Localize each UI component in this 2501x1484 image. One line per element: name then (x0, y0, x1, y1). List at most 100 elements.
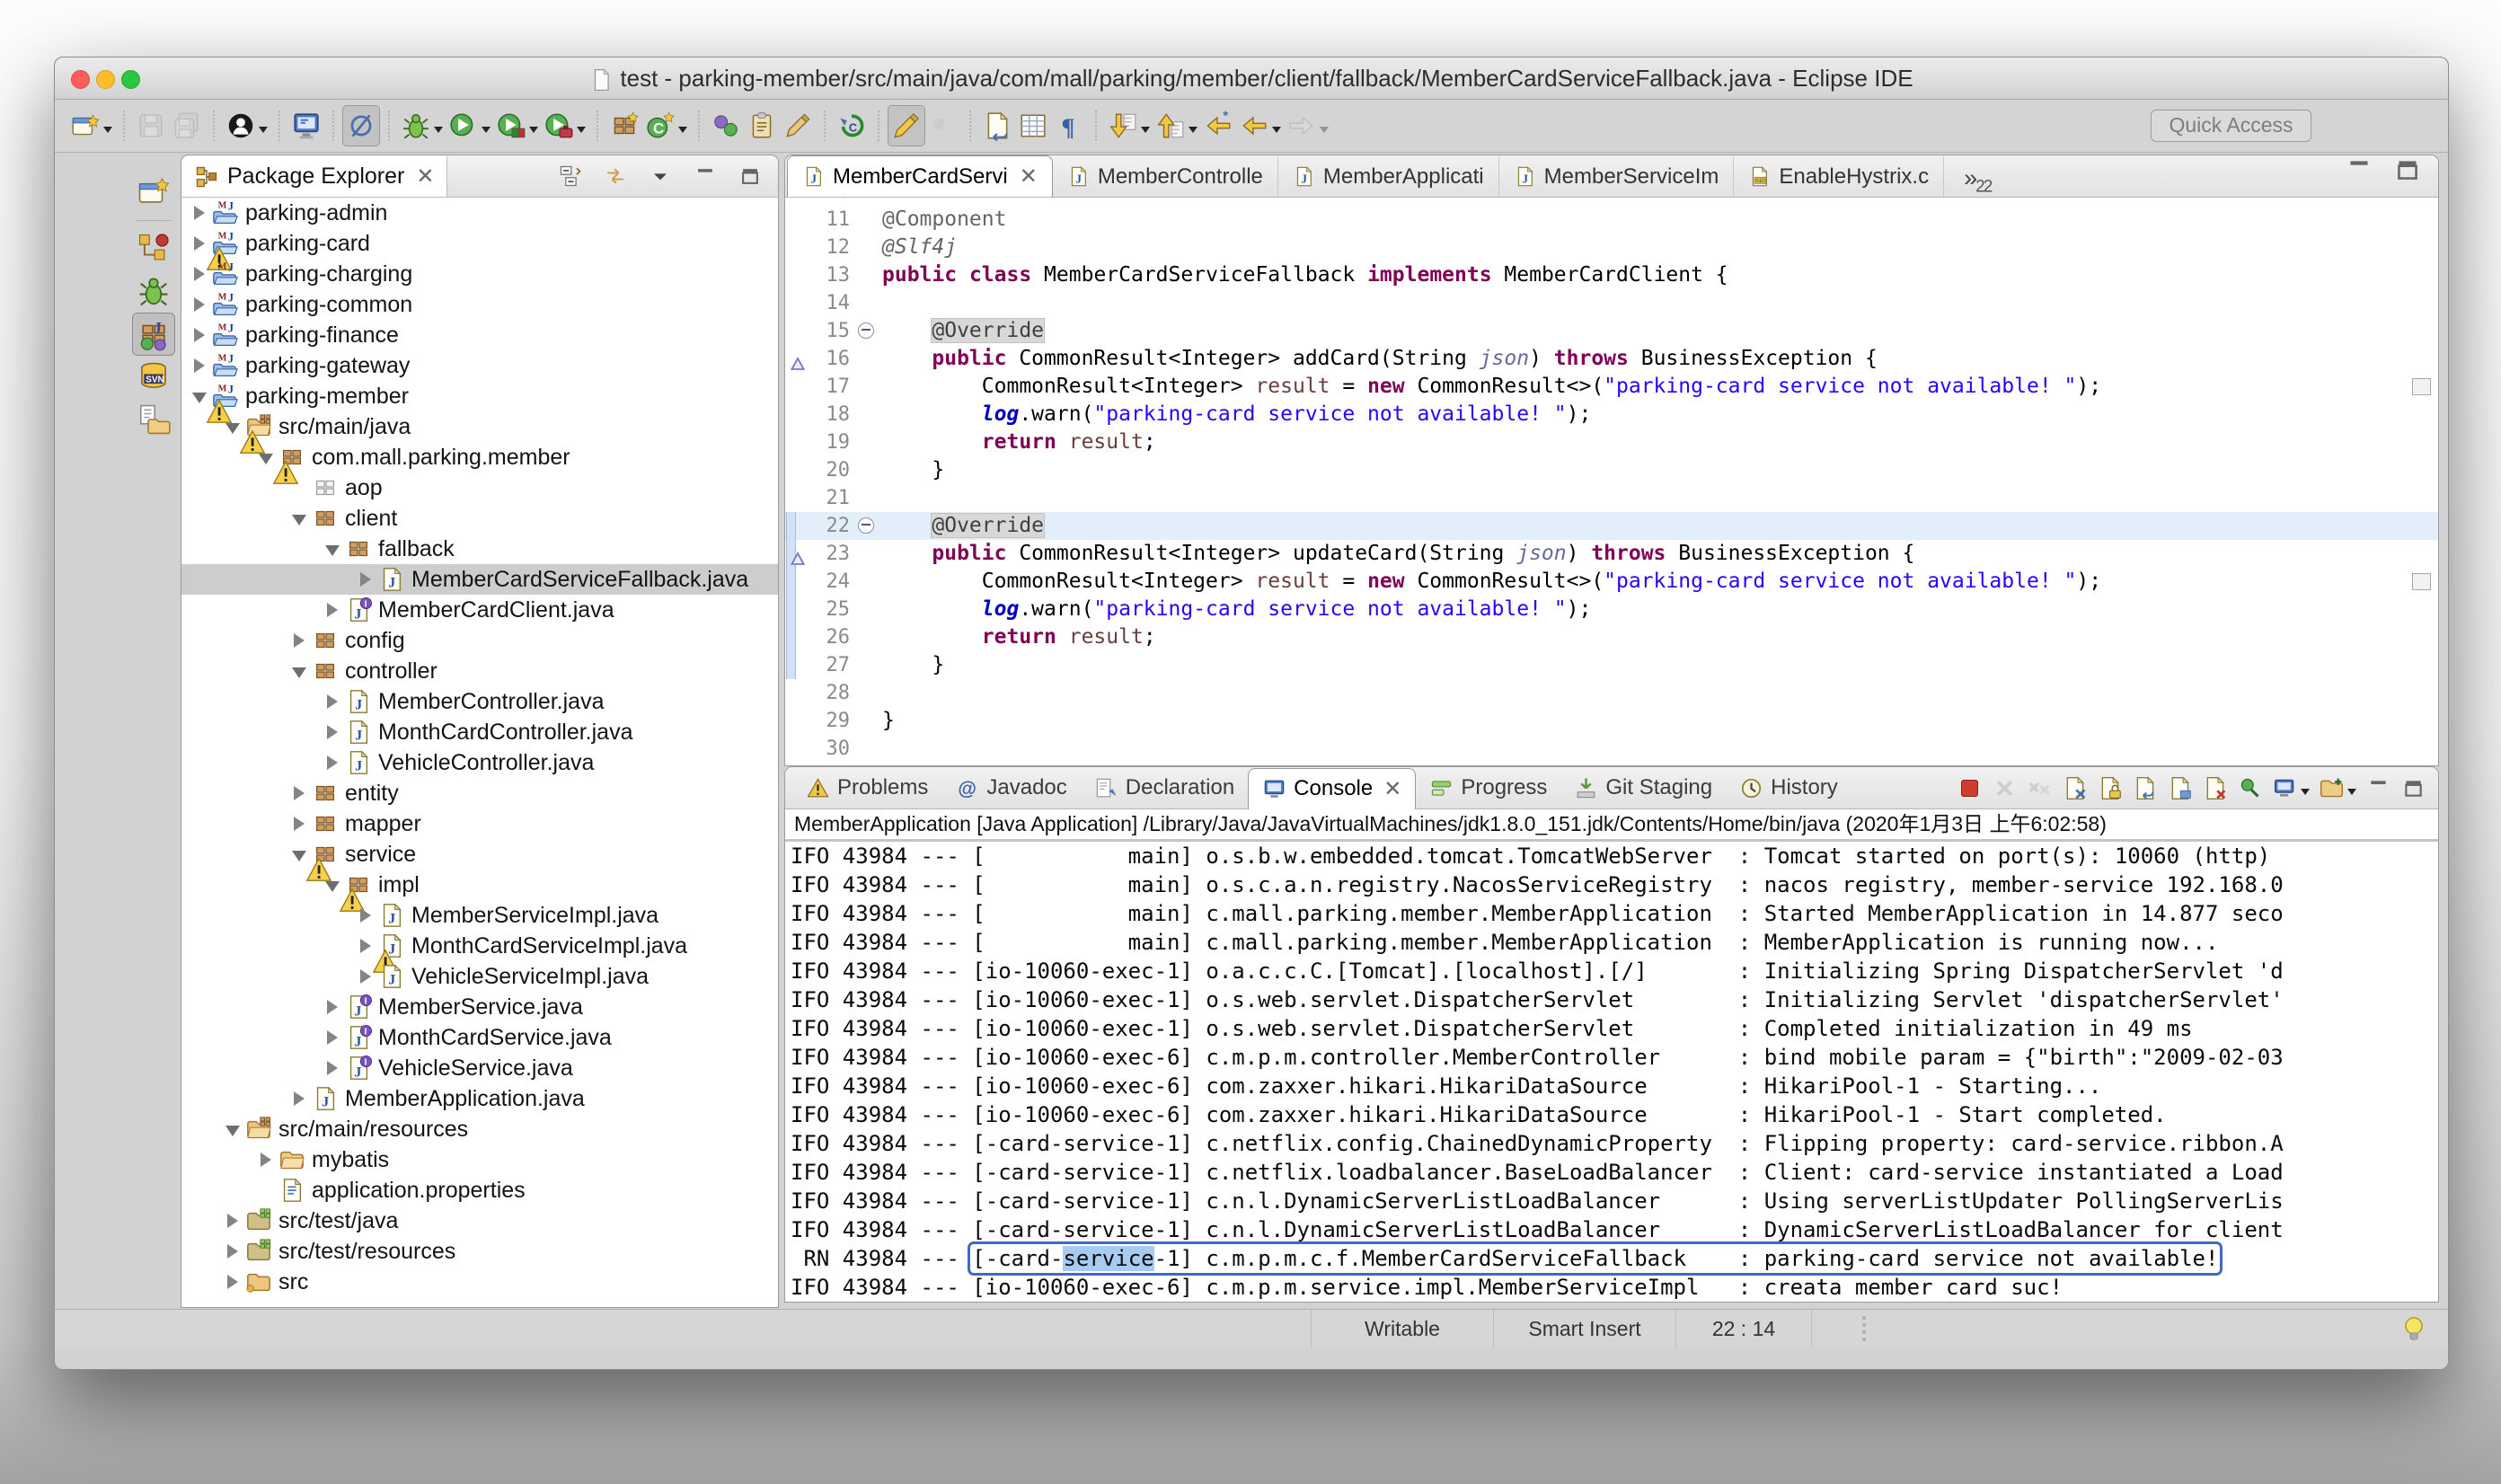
tab-overflow-indicator[interactable]: »22 (1964, 164, 1991, 197)
tree-item-monthcardcontroller-java[interactable]: JMonthCardController.java (181, 717, 778, 747)
tree-item-impl[interactable]: impl (181, 870, 778, 900)
dropdown-caret-icon[interactable] (1272, 127, 1281, 137)
dropdown-caret-icon[interactable] (577, 127, 586, 137)
clear-console-button[interactable] (2059, 771, 2090, 805)
tree-item-membercontroller-java[interactable]: JMemberController.java (181, 686, 778, 717)
code-line-27[interactable]: 27 } (785, 651, 2438, 679)
next-annotation-button[interactable] (1105, 106, 1153, 146)
tree-chevron-icon[interactable] (288, 1091, 310, 1106)
collapse-all-icon[interactable] (555, 156, 586, 196)
minimize-button[interactable] (2363, 771, 2394, 805)
code-line-25[interactable]: 25 log.warn("parking-card service not av… (785, 596, 2438, 623)
scroll-lock-button[interactable] (2094, 771, 2125, 805)
minimize-window-button[interactable] (96, 70, 115, 89)
tree-item-aop[interactable]: aop (181, 473, 778, 503)
open-type-button[interactable] (708, 106, 744, 146)
tree-chevron-icon[interactable] (322, 1061, 343, 1075)
tree-chevron-icon[interactable] (355, 908, 376, 923)
tree-item-vehiclecontroller-java[interactable]: JVehicleController.java (181, 747, 778, 778)
view-tab-javadoc[interactable]: @Javadoc (941, 768, 1080, 808)
view-tab-git-staging[interactable]: Git Staging (1560, 768, 1726, 808)
tree-chevron-icon[interactable] (222, 1275, 243, 1289)
tree-item-com-mall-parking-member[interactable]: com.mall.parking.member (181, 442, 778, 473)
tree-item-src-test-java[interactable]: src/test/java (181, 1206, 778, 1236)
view-tab-progress[interactable]: Progress (1416, 768, 1560, 808)
tree-item-membercardservicefallback-java[interactable]: JMemberCardServiceFallback.java (181, 564, 778, 595)
tree-chevron-icon[interactable] (322, 755, 343, 770)
remove-launch-button[interactable] (1989, 771, 2020, 805)
save-button[interactable] (133, 106, 169, 146)
dropdown-caret-icon[interactable] (1141, 127, 1150, 137)
tree-item-application-properties[interactable]: application.properties (181, 1175, 778, 1206)
view-tab-console[interactable]: Console✕ (1248, 768, 1416, 809)
code-line-12[interactable]: 12@Slf4j (785, 234, 2438, 261)
tree-item-parking-common[interactable]: MJparking-common (181, 289, 778, 320)
tree-item-parking-gateway[interactable]: MJparking-gateway (181, 350, 778, 381)
dropdown-caret-icon[interactable] (482, 127, 490, 137)
code-line-28[interactable]: 28 (785, 679, 2438, 707)
search-button[interactable] (780, 106, 816, 146)
dropdown-caret-icon[interactable] (434, 127, 443, 137)
save-all-button[interactable] (169, 106, 205, 146)
code-line-20[interactable]: 20 } (785, 456, 2438, 484)
titlebar[interactable]: test - parking-member/src/main/java/com/… (55, 57, 2448, 100)
close-window-button[interactable] (71, 70, 90, 89)
account-button[interactable] (223, 106, 270, 146)
code-line-21[interactable]: 21 (785, 484, 2438, 512)
tree-chevron-icon[interactable] (222, 1214, 243, 1228)
code-line-17[interactable]: 17 CommonResult<Integer> result = new Co… (785, 373, 2438, 401)
tree-item-parking-charging[interactable]: MJparking-charging (181, 259, 778, 289)
minimize-view-icon[interactable] (2341, 155, 2377, 190)
tree-chevron-icon[interactable] (322, 543, 343, 556)
maximize-button[interactable] (2398, 771, 2429, 805)
debug-perspective-icon[interactable] (133, 270, 174, 312)
tree-item-src-main-resources[interactable]: src/main/resources (181, 1114, 778, 1144)
tree-item-fallback[interactable]: fallback (181, 534, 778, 564)
show-table-button[interactable] (1015, 106, 1051, 146)
debug-button[interactable] (398, 106, 446, 146)
tree-item-config[interactable]: config (181, 625, 778, 656)
tree-chevron-icon[interactable] (355, 572, 376, 587)
tree-item-client[interactable]: client (181, 503, 778, 534)
run-button[interactable] (446, 106, 493, 146)
svn-repo-perspective-icon[interactable]: SVN (133, 357, 174, 398)
fold-collapse-icon[interactable] (850, 317, 882, 345)
tree-chevron-icon[interactable] (322, 1030, 343, 1045)
tree-item-membercardclient-java[interactable]: JIMemberCardClient.java (181, 595, 778, 625)
view-tab-history[interactable]: History (1726, 768, 1851, 808)
code-line-29[interactable]: 29} (785, 707, 2438, 735)
tree-chevron-icon[interactable] (322, 1000, 343, 1014)
tree-item-src[interactable]: src (181, 1267, 778, 1297)
tree-item-entity[interactable]: entity (181, 778, 778, 808)
show-stderr-button[interactable] (2199, 771, 2231, 805)
resource-perspective-icon[interactable] (133, 399, 174, 440)
statusbar-drag-handle[interactable] (1862, 1316, 1866, 1341)
dropdown-caret-icon[interactable] (259, 127, 268, 137)
java-perspective-icon[interactable]: J (132, 313, 175, 356)
code-line-18[interactable]: 18 log.warn("parking-card service not av… (785, 401, 2438, 428)
console-log[interactable]: IFO 43984 --- [ main] o.s.b.w.embedded.t… (785, 839, 2438, 1302)
code-line-24[interactable]: 24 CommonResult<Integer> result = new Co… (785, 568, 2438, 596)
tree-item-controller[interactable]: controller (181, 656, 778, 686)
external-tools-button[interactable] (541, 106, 588, 146)
tree-item-parking-card[interactable]: MJparking-card (181, 228, 778, 259)
tree-item-mapper[interactable]: mapper (181, 808, 778, 839)
open-terminal-button[interactable] (288, 106, 324, 146)
link-with-editor-icon[interactable] (600, 156, 631, 196)
dropdown-caret-icon[interactable] (103, 127, 112, 137)
tree-item-parking-member[interactable]: MJparking-member (181, 381, 778, 411)
dropdown-caret-icon[interactable] (1189, 127, 1197, 137)
dropdown-caret-icon[interactable] (2301, 789, 2310, 799)
code-line-11[interactable]: 11@Component (785, 206, 2438, 234)
smart-dim-button[interactable] (925, 106, 961, 146)
coverage-button[interactable] (493, 106, 541, 146)
view-tab-declaration[interactable]: Declaration (1081, 768, 1248, 808)
open-perspective-perspective-icon[interactable] (133, 171, 174, 212)
code-line-10[interactable]: 10 (785, 198, 2438, 206)
last-edit-location-button[interactable]: * (1200, 106, 1236, 146)
remove-all-launches-button[interactable] (2024, 771, 2055, 805)
close-tab-icon[interactable]: ✕ (1383, 776, 1401, 802)
tree-chevron-icon[interactable] (288, 633, 310, 648)
dropdown-caret-icon[interactable] (529, 127, 538, 137)
tree-item-parking-admin[interactable]: MJparking-admin (181, 198, 778, 228)
